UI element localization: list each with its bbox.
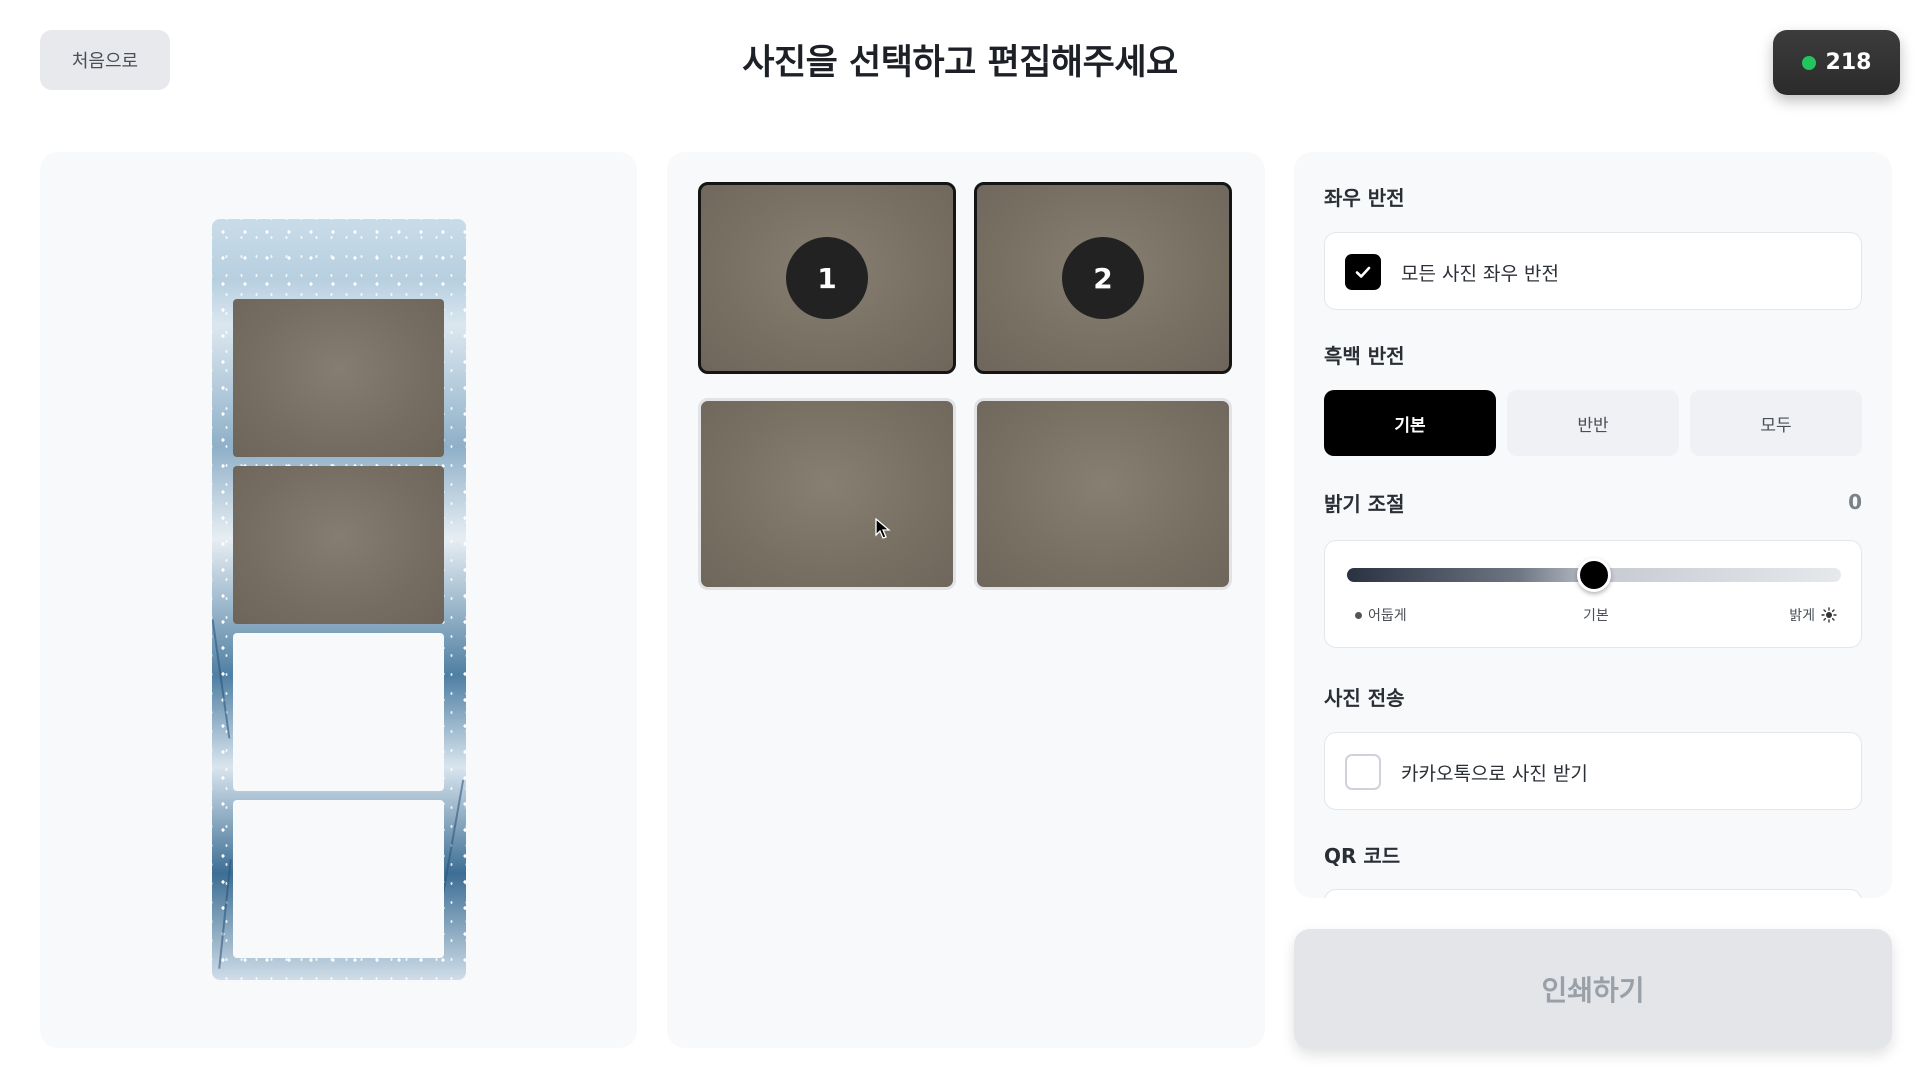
photo-cell-4[interactable]	[974, 398, 1232, 590]
strip-slot-1	[233, 299, 444, 457]
bw-option-all[interactable]: 모두	[1690, 390, 1862, 456]
page-title: 사진을 선택하고 편집해주세요	[742, 43, 1178, 83]
mirror-checkbox[interactable]	[1345, 254, 1381, 290]
default-label-text: 기본	[1583, 608, 1609, 624]
brightness-section-label: 밝기 조절	[1324, 492, 1405, 516]
settings-panel: 좌우 반전 모든 사진 좌우 반전 흑백 반전 기본 반반 모두 밝기 조절 0…	[1294, 152, 1892, 898]
timer-counter: 218	[1773, 30, 1900, 95]
counter-value: 218	[1825, 50, 1872, 75]
strip-slot-2	[233, 466, 444, 624]
strip-slot-3	[233, 633, 444, 791]
status-dot-icon	[1801, 55, 1816, 70]
brightness-mid-label: 기본	[1583, 605, 1609, 625]
photo-grid-panel: 1 2	[667, 152, 1265, 1048]
mouse-cursor-icon	[875, 518, 891, 539]
transfer-section-label: 사진 전송	[1324, 686, 1405, 710]
dark-dot-icon	[1355, 611, 1362, 619]
mirror-option-label: 모든 사진 좌우 반전	[1401, 263, 1559, 285]
qr-section-label: QR 코드	[1324, 844, 1401, 868]
brightness-min-label: 어둡게	[1355, 605, 1407, 625]
photo-cell-3[interactable]	[698, 398, 956, 590]
photo-strip-frame	[212, 219, 466, 980]
mirror-section-label: 좌우 반전	[1324, 186, 1405, 210]
strip-slot-4	[233, 800, 444, 958]
dark-label-text: 어둡게	[1368, 608, 1407, 624]
sun-icon	[1821, 607, 1837, 623]
bw-option-half[interactable]: 반반	[1507, 390, 1679, 456]
kakao-transfer-checkbox[interactable]	[1345, 754, 1381, 790]
photo-cell-2[interactable]: 2	[974, 182, 1232, 374]
brightness-value: 0	[1848, 490, 1862, 514]
checkmark-icon	[1355, 266, 1371, 278]
mirror-option[interactable]: 모든 사진 좌우 반전	[1324, 232, 1862, 310]
bw-section-label: 흑백 반전	[1324, 344, 1405, 368]
kakao-transfer-label: 카카오톡으로 사진 받기	[1401, 763, 1588, 785]
selection-badge: 1	[786, 237, 868, 319]
bright-label-text: 밝게	[1789, 608, 1815, 624]
strip-preview-panel	[40, 152, 637, 1048]
photo-cell-1[interactable]: 1	[698, 182, 956, 374]
brightness-slider-handle[interactable]	[1577, 558, 1611, 592]
qr-option[interactable]	[1324, 889, 1862, 898]
selection-badge: 2	[1062, 237, 1144, 319]
brightness-control: 어둡게 기본 밝게	[1324, 540, 1862, 648]
brightness-max-label: 밝게	[1789, 605, 1837, 625]
print-button[interactable]: 인쇄하기	[1294, 929, 1892, 1049]
kakao-transfer-option[interactable]: 카카오톡으로 사진 받기	[1324, 732, 1862, 810]
bw-option-basic[interactable]: 기본	[1324, 390, 1496, 456]
